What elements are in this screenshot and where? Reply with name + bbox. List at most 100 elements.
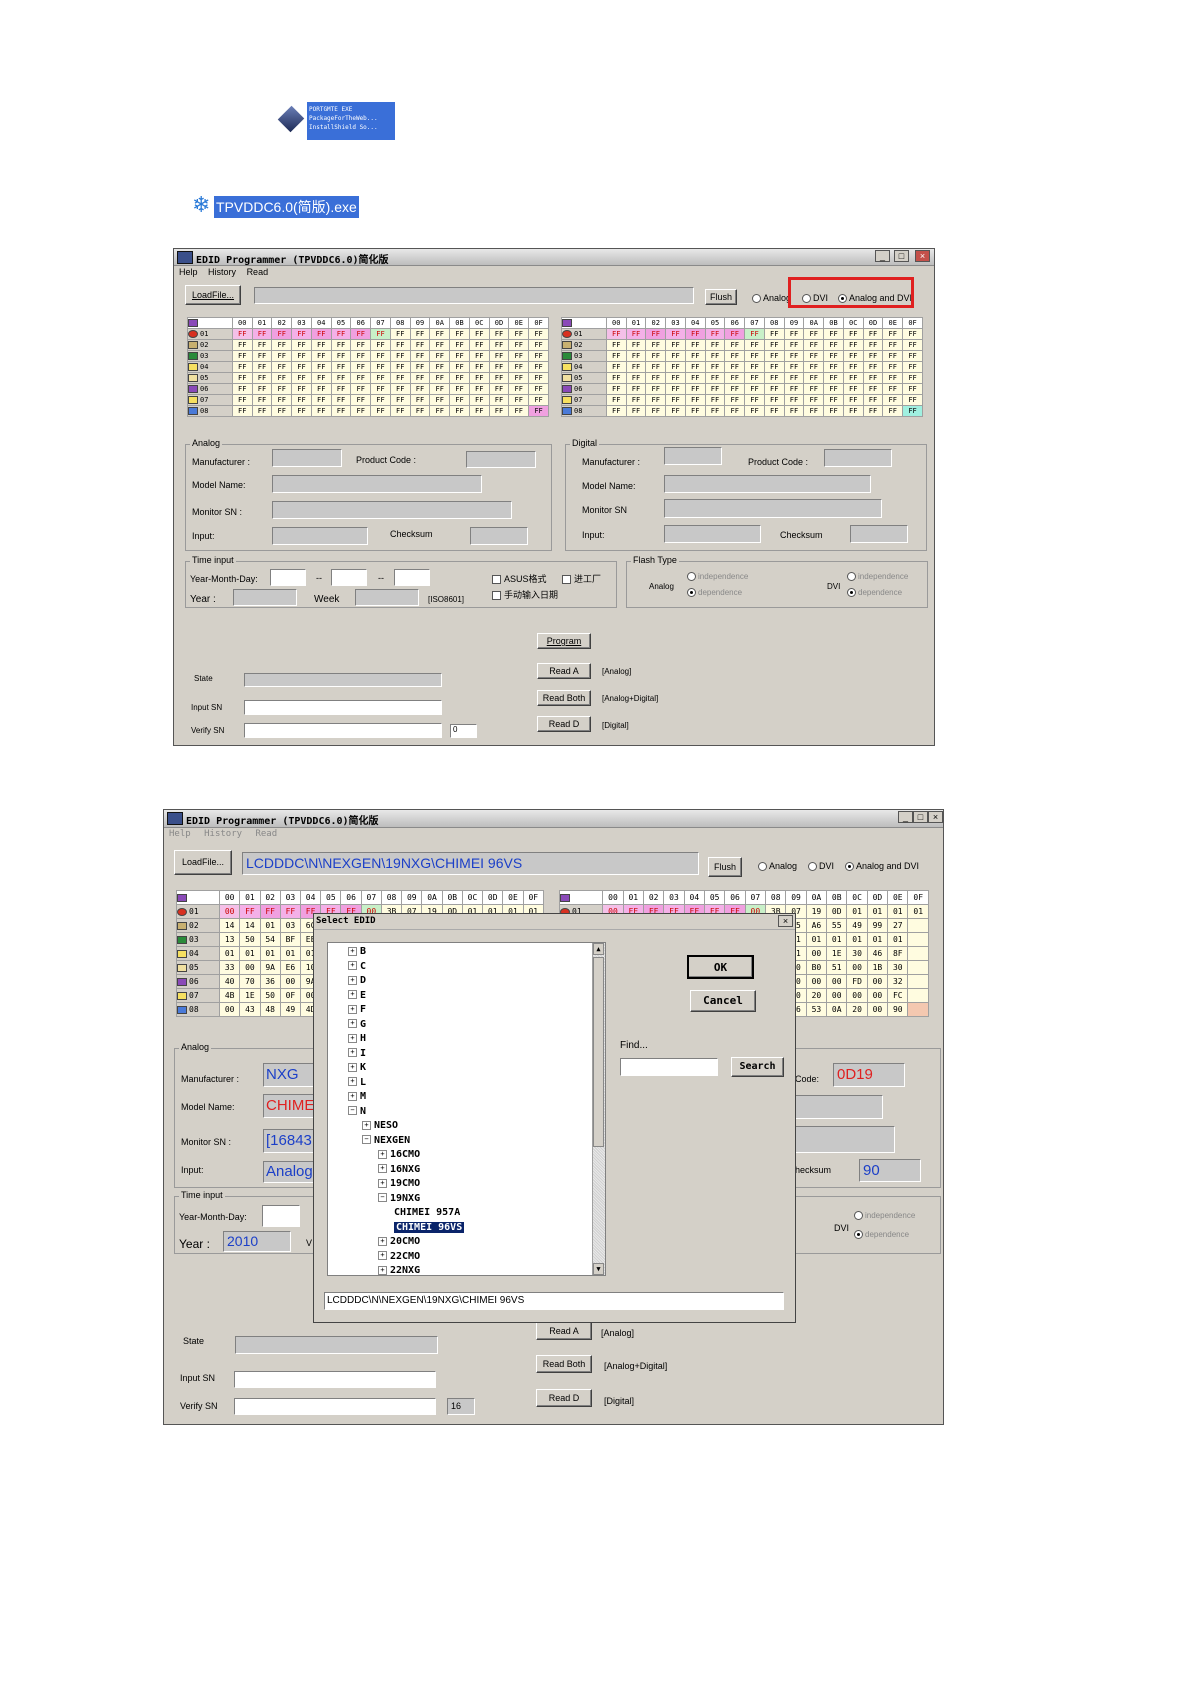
tree-node[interactable]: +19CMO [378, 1178, 420, 1189]
hex-cell[interactable]: FF [330, 328, 352, 340]
hex-cell[interactable]: FF [684, 372, 706, 384]
hex-cell[interactable]: FF [310, 361, 332, 373]
hex-cell[interactable]: FF [783, 361, 805, 373]
hex-cell[interactable]: FF [291, 372, 312, 384]
hex-cell[interactable]: FF [763, 405, 785, 417]
hex-cell[interactable]: FF [665, 405, 686, 417]
hex-cell[interactable]: FF [823, 383, 844, 395]
hex-cell[interactable]: 49 [279, 1002, 302, 1017]
hex-cell[interactable]: FF [882, 372, 904, 384]
path-field[interactable] [254, 287, 694, 304]
expand-toggle[interactable]: + [348, 946, 357, 956]
hex-cell[interactable]: 55 [826, 918, 848, 933]
manufacturer-field[interactable] [272, 449, 342, 467]
hex-cell[interactable]: FF [291, 339, 312, 351]
hex-cell[interactable]: FF [251, 394, 273, 406]
hex-cell[interactable]: 00 [866, 1002, 889, 1017]
hex-cell[interactable]: FF [882, 328, 904, 340]
menu-read[interactable]: Read [255, 829, 277, 839]
expand-toggle[interactable]: + [348, 1004, 357, 1014]
hex-cell[interactable]: FF [528, 339, 549, 351]
hex-cell[interactable]: FF [468, 350, 490, 362]
hex-cell[interactable]: FF [605, 339, 627, 351]
hex-cell[interactable]: 50 [259, 988, 281, 1003]
expand-toggle[interactable]: + [348, 1062, 357, 1072]
hex-cell[interactable]: FF [625, 361, 647, 373]
hex-cell[interactable]: FF [370, 350, 391, 362]
hex-cell[interactable]: FF [625, 350, 647, 362]
hex-cell[interactable]: 01 [259, 946, 281, 961]
hex-cell[interactable]: FF [409, 350, 431, 362]
hex-cell[interactable]: 00 [239, 960, 261, 975]
hex-cell[interactable]: FF [350, 350, 372, 362]
hex-cell[interactable]: 1E [239, 988, 261, 1003]
flash-dvi-dependence-radio[interactable]: dependence [854, 1230, 909, 1240]
tree-node[interactable]: CHIMEI 96VS [394, 1221, 465, 1233]
hex-cell[interactable]: FF [902, 328, 923, 340]
hex-cell[interactable]: FF [429, 383, 451, 395]
day-field[interactable] [394, 569, 430, 586]
tree-node[interactable]: + C [348, 961, 366, 972]
hex-cell[interactable]: FF [310, 405, 332, 417]
hex-cell[interactable]: FF [862, 405, 884, 417]
hex-cell[interactable]: FF [665, 372, 686, 384]
tree-node[interactable]: +22NXG [378, 1265, 420, 1275]
hex-cell[interactable]: FF [231, 405, 253, 417]
hex-cell[interactable]: 01 [846, 932, 868, 947]
hex-cell[interactable]: FF [842, 350, 864, 362]
hex-cell[interactable]: FF [902, 383, 923, 395]
hex-cell[interactable]: FF [763, 394, 785, 406]
hex-cell[interactable]: 99 [866, 918, 889, 933]
hex-cell[interactable]: FF [330, 350, 352, 362]
hex-cell[interactable]: FF [508, 350, 530, 362]
hex-cell[interactable]: 01 [846, 904, 868, 919]
hex-cell[interactable]: FF [409, 383, 431, 395]
hex-cell[interactable]: FF [389, 394, 411, 406]
hex-cell[interactable]: FF [744, 383, 765, 395]
hex-cell[interactable]: 48 [259, 1002, 281, 1017]
expand-toggle[interactable]: + [348, 1019, 357, 1028]
hex-cell[interactable]: FF [684, 383, 706, 395]
hex-cell[interactable]: FF [625, 383, 647, 395]
hex-cell[interactable] [907, 932, 929, 947]
hex-cell[interactable]: 00 [219, 1002, 241, 1017]
hex-cell[interactable]: 14 [239, 918, 261, 933]
hex-cell[interactable]: 43 [239, 1002, 261, 1017]
hex-cell[interactable]: 01 [887, 932, 909, 947]
hex-cell[interactable]: FF [862, 350, 884, 362]
hex-cell[interactable]: FF [803, 405, 825, 417]
hex-cell[interactable]: FF [370, 405, 391, 417]
hex-cell[interactable]: FF [744, 405, 765, 417]
menu-read[interactable]: Read [247, 267, 269, 277]
expand-toggle[interactable]: + [378, 1251, 387, 1260]
hex-cell[interactable]: FF [508, 372, 530, 384]
scroll-thumb[interactable] [593, 957, 604, 1147]
right-field-1[interactable] [795, 1095, 883, 1119]
hex-cell[interactable]: FF [449, 405, 470, 417]
hex-cell[interactable]: FF [488, 394, 510, 406]
hex-cell[interactable]: FF [803, 372, 825, 384]
hex-cell[interactable]: FF [605, 394, 627, 406]
expand-toggle[interactable]: + [348, 1033, 357, 1043]
hex-cell[interactable]: FF [449, 350, 470, 362]
hex-cell[interactable]: BF [279, 932, 302, 947]
hex-cell[interactable]: FF [271, 405, 293, 417]
year-value-field[interactable]: 2010 [223, 1231, 291, 1252]
hex-cell[interactable]: FF [488, 339, 510, 351]
hex-cell[interactable]: FF [231, 383, 253, 395]
hex-cell[interactable]: FF [409, 328, 431, 340]
hex-cell[interactable]: FF [330, 339, 352, 351]
hex-cell[interactable]: FF [330, 361, 352, 373]
hex-cell[interactable]: FF [823, 372, 844, 384]
hex-cell[interactable]: FF [508, 339, 530, 351]
hex-cell[interactable]: FF [605, 405, 627, 417]
hex-cell[interactable]: 36 [259, 974, 281, 989]
hex-cell[interactable]: FF [625, 372, 647, 384]
hex-cell[interactable]: FF [645, 405, 667, 417]
hex-cell[interactable]: FF [370, 372, 391, 384]
year-field[interactable] [262, 1205, 300, 1227]
input-field[interactable] [272, 527, 368, 545]
expand-toggle[interactable]: + [348, 961, 357, 970]
hex-cell[interactable]: FF [902, 394, 923, 406]
hex-cell[interactable]: FF [823, 394, 844, 406]
